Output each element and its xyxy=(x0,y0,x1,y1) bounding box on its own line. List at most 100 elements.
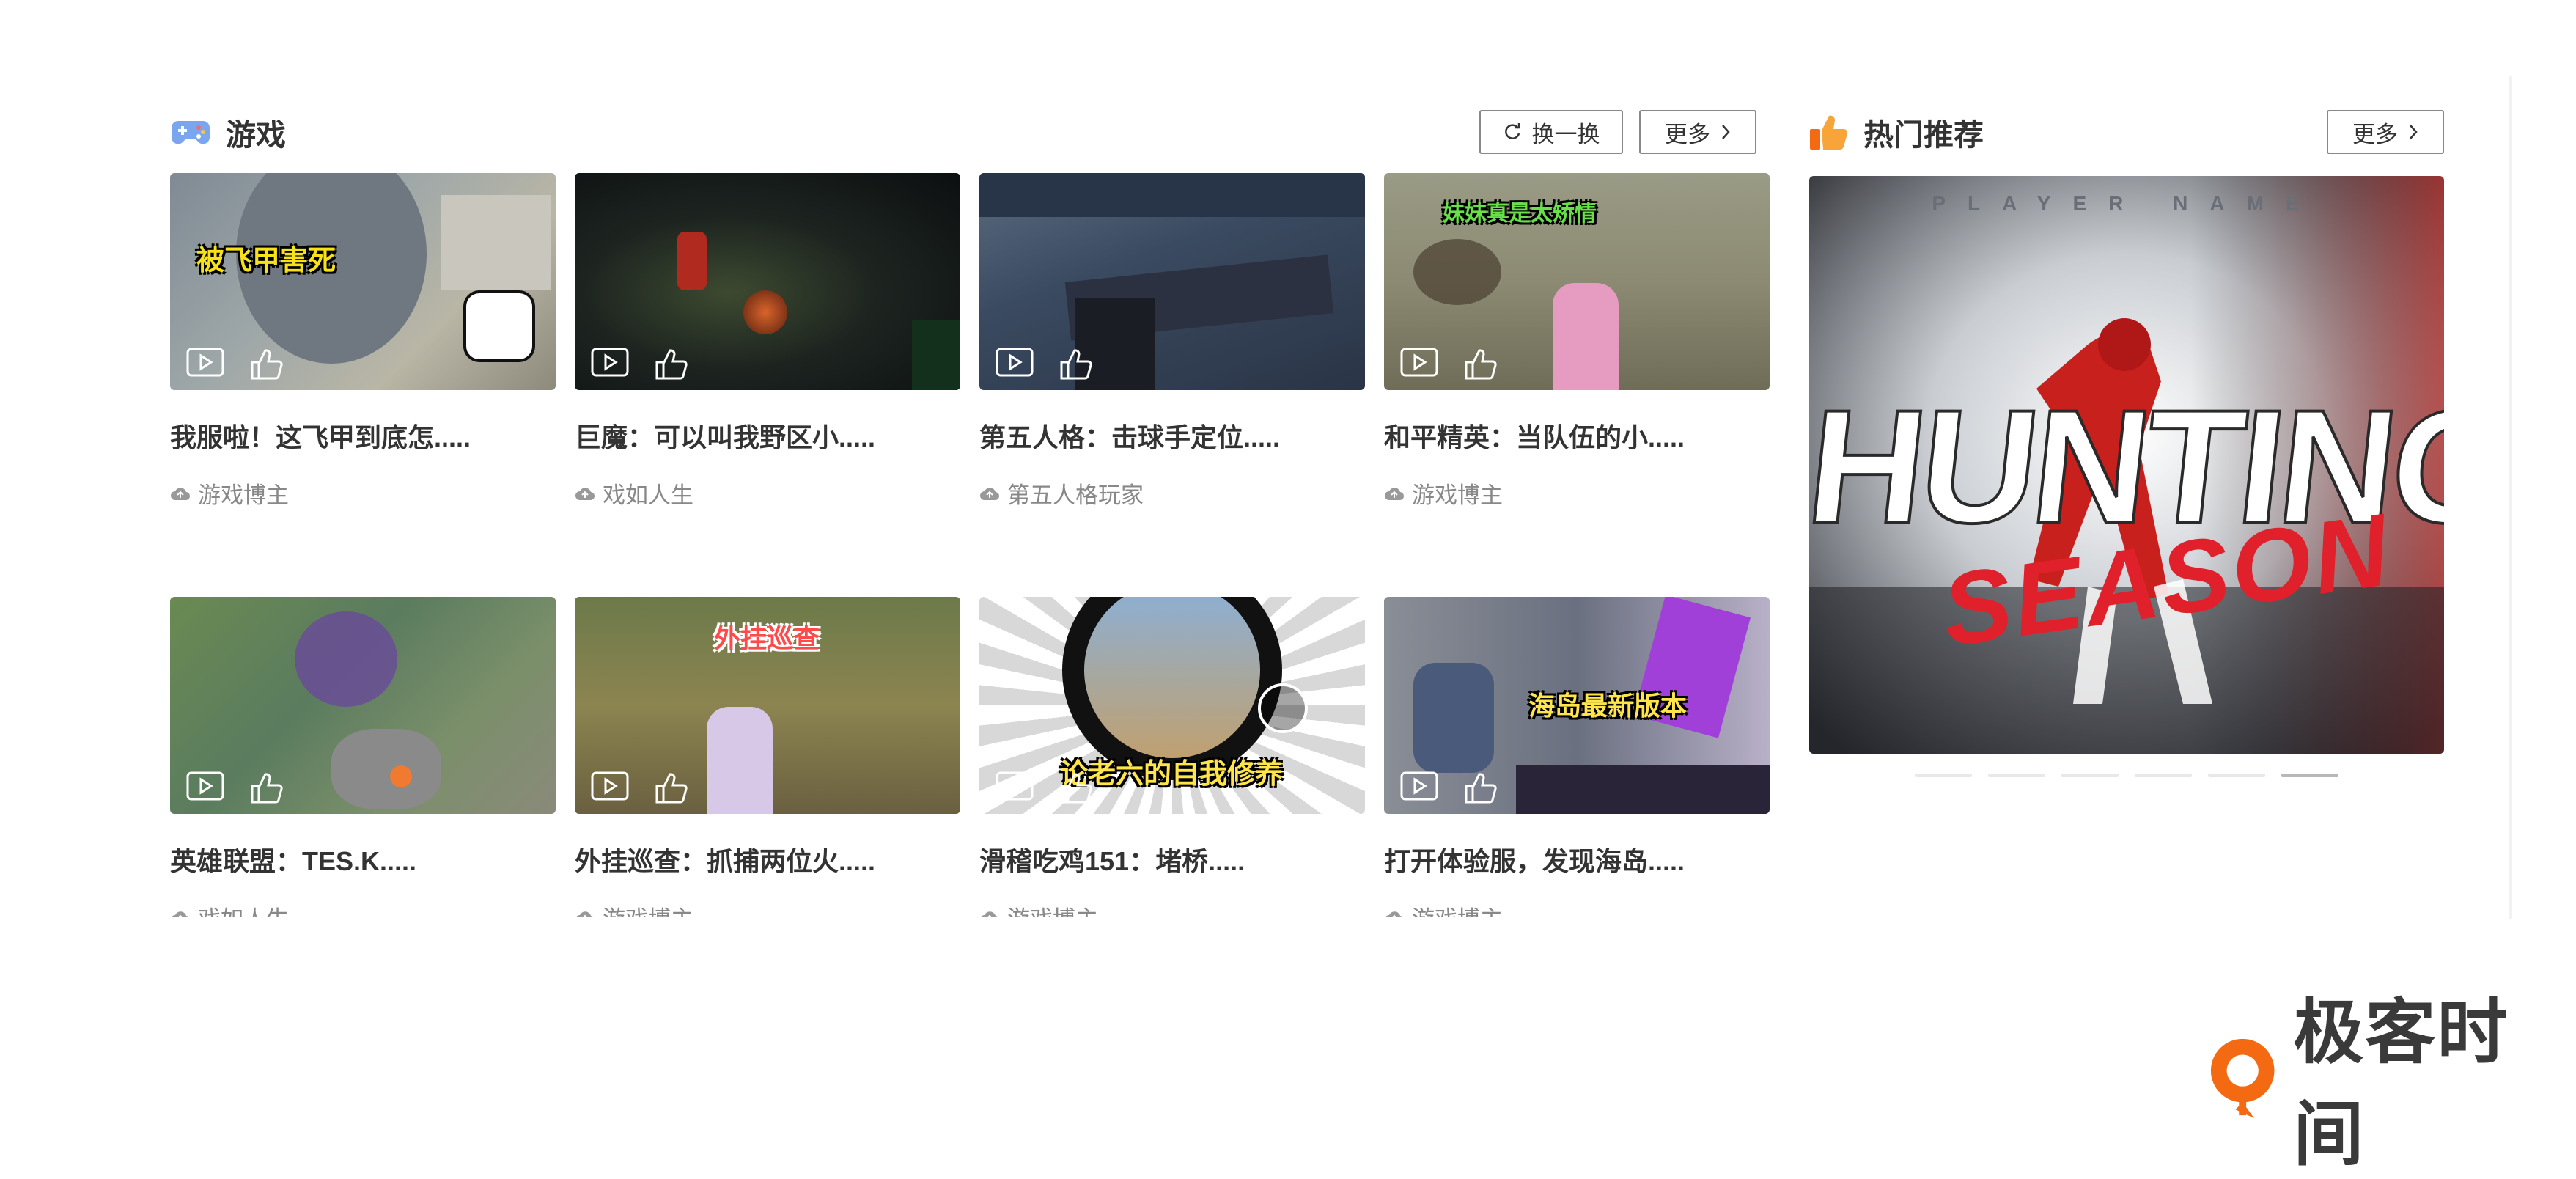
thumbnail-overlay-icons xyxy=(996,348,1092,380)
video-card[interactable]: 海岛最新版本 打开体验服，发现海岛..... 游戏博主 xyxy=(1384,597,1770,917)
video-thumbnail[interactable]: 妹妹真是太矫情 xyxy=(1384,173,1770,390)
hot-more-label: 更多 xyxy=(2352,121,2398,147)
hot-title-text: 热门推荐 xyxy=(1863,118,1984,152)
carousel-dot[interactable] xyxy=(2061,774,2119,777)
hot-section-title: 热门推荐 xyxy=(1808,110,1984,154)
video-card[interactable]: 论老六的自我修养 滑稽吃鸡151：堵桥..... 游戏博主 xyxy=(979,597,1365,917)
video-author[interactable]: 游戏博主 xyxy=(575,900,960,917)
author-name: 戏如人生 xyxy=(603,482,693,508)
video-thumbnail[interactable] xyxy=(979,173,1365,390)
video-author[interactable]: 戏如人生 xyxy=(575,477,960,510)
thumbs-up-icon xyxy=(1808,111,1849,153)
video-thumbnail[interactable]: 论老六的自我修养 xyxy=(979,597,1365,814)
games-more-label: 更多 xyxy=(1665,121,1710,147)
thumbnail-overlay-icons xyxy=(591,771,688,804)
thumbnail-caption: 海岛最新版本 xyxy=(1528,691,1687,721)
video-card[interactable]: 外挂巡查 外挂巡查：抓捕两位火..... 游戏博主 xyxy=(575,597,960,917)
author-name: 游戏博主 xyxy=(1412,482,1503,508)
thumbnail-caption: 被飞甲害死 xyxy=(196,246,336,276)
carousel-indicators xyxy=(1915,774,2338,777)
video-author[interactable]: 游戏博主 xyxy=(1384,900,1770,917)
cloud-upload-icon xyxy=(1385,487,1405,500)
cloud-upload-icon xyxy=(980,487,1000,500)
games-section-title: 游戏 xyxy=(170,110,286,154)
carousel-dot[interactable] xyxy=(2208,774,2265,777)
video-title[interactable]: 巨魔：可以叫我野区小..... xyxy=(575,416,960,455)
play-icon xyxy=(1400,771,1438,801)
thumbnail-overlay-icons xyxy=(186,771,283,804)
thumbs-up-icon xyxy=(1465,349,1497,380)
video-title[interactable]: 第五人格：击球手定位..... xyxy=(979,416,1365,455)
video-title[interactable]: 我服啦！这飞甲到底怎..... xyxy=(170,416,556,455)
geektime-logo-icon xyxy=(2210,1038,2275,1119)
hot-more-button[interactable]: 更多 xyxy=(2327,110,2444,154)
cloud-upload-icon xyxy=(1385,911,1403,917)
thumbs-up-icon xyxy=(1060,349,1092,380)
play-icon xyxy=(1400,348,1438,377)
thumbnail-overlay-icons xyxy=(591,348,688,380)
video-card[interactable]: 巨魔：可以叫我野区小..... 戏如人生 xyxy=(575,173,960,510)
play-icon xyxy=(591,771,629,801)
chevron-right-icon xyxy=(2410,125,2418,139)
thumbs-up-icon xyxy=(251,349,283,380)
video-title[interactable]: 打开体验服，发现海岛..... xyxy=(1384,840,1770,878)
author-name: 游戏博主 xyxy=(603,900,693,917)
watermark-logo: 极客时间 xyxy=(2207,975,2576,1179)
video-thumbnail[interactable]: 海岛最新版本 xyxy=(1384,597,1770,814)
refresh-button[interactable]: 换一换 xyxy=(1479,110,1623,154)
watermark-text: 极客时间 xyxy=(2293,993,2509,1174)
video-thumbnail[interactable]: 外挂巡查 xyxy=(575,597,960,814)
carousel-dot[interactable] xyxy=(1988,774,2045,777)
video-thumbnail[interactable]: 被飞甲害死 xyxy=(170,173,556,390)
video-thumbnail[interactable] xyxy=(170,597,556,814)
thumbs-up-icon xyxy=(1465,773,1497,804)
play-icon xyxy=(186,348,224,377)
video-card[interactable]: 妹妹真是太矫情 和平精英：当队伍的小..... 游戏博主 xyxy=(1384,173,1770,510)
video-title[interactable]: 英雄联盟：TES.K..... xyxy=(170,840,556,878)
cloud-upload-icon xyxy=(172,911,189,917)
thumbs-up-icon xyxy=(655,349,688,380)
hot-section-header: 热门推荐 xyxy=(1808,106,1984,158)
carousel-dot[interactable] xyxy=(2135,774,2192,777)
carousel-dot-active[interactable] xyxy=(2281,774,2338,777)
play-icon xyxy=(996,771,1034,801)
author-name: 戏如人生 xyxy=(198,900,289,917)
video-card[interactable]: 第五人格：击球手定位..... 第五人格玩家 xyxy=(979,173,1365,510)
cloud-upload-icon xyxy=(171,487,191,500)
thumbs-up-icon xyxy=(655,773,688,804)
video-thumbnail[interactable] xyxy=(575,173,960,390)
cloud-upload-icon xyxy=(981,911,998,917)
thumbnail-caption: 外挂巡查 xyxy=(714,623,820,653)
video-card[interactable]: 被飞甲害死 我服啦！这飞甲到底怎..... 游戏博主 xyxy=(170,173,556,510)
author-name: 游戏博主 xyxy=(1007,900,1098,917)
thumbs-up-icon xyxy=(251,773,283,804)
games-more-button[interactable]: 更多 xyxy=(1639,110,1756,154)
refresh-label: 换一换 xyxy=(1531,121,1600,147)
author-name: 游戏博主 xyxy=(198,482,289,508)
vertical-divider xyxy=(2509,76,2512,919)
carousel-dot[interactable] xyxy=(1915,774,1972,777)
refresh-icon xyxy=(1504,123,1520,139)
thumbnail-overlay-icons xyxy=(996,771,1092,804)
thumbnail-overlay-icons xyxy=(1400,348,1497,380)
video-author[interactable]: 戏如人生 xyxy=(170,900,556,917)
video-author[interactable]: 第五人格玩家 xyxy=(979,477,1365,510)
play-icon xyxy=(591,348,629,377)
author-name: 第五人格玩家 xyxy=(1007,482,1144,508)
play-icon xyxy=(186,771,224,801)
chevron-right-icon xyxy=(1722,125,1730,139)
video-author[interactable]: 游戏博主 xyxy=(979,900,1365,917)
video-card[interactable]: 英雄联盟：TES.K..... 戏如人生 xyxy=(170,597,556,917)
video-title[interactable]: 外挂巡查：抓捕两位火..... xyxy=(575,840,960,878)
video-title[interactable]: 滑稽吃鸡151：堵桥..... xyxy=(979,840,1365,878)
games-section-header: 游戏 xyxy=(170,106,286,158)
video-author[interactable]: 游戏博主 xyxy=(1384,477,1770,510)
thumbnail-caption: 论老六的自我修养 xyxy=(1060,759,1284,790)
video-title[interactable]: 和平精英：当队伍的小..... xyxy=(1384,416,1770,455)
cloud-upload-icon xyxy=(575,487,595,500)
video-author[interactable]: 游戏博主 xyxy=(170,477,556,510)
hot-banner-carousel[interactable]: PLAYER NAME HUNTING SEASON xyxy=(1809,176,2444,754)
banner-top-text: PLAYER NAME xyxy=(1932,192,2322,215)
thumbs-up-icon xyxy=(1060,773,1092,804)
games-title-text: 游戏 xyxy=(226,118,286,152)
